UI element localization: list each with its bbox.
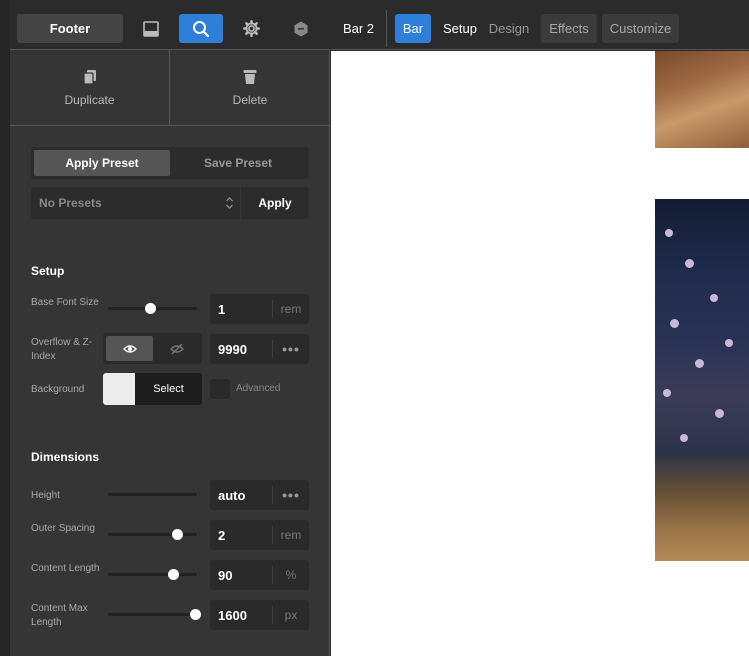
unit-label[interactable]: rem (272, 300, 309, 318)
eye-icon (122, 344, 137, 353)
slider-knob[interactable] (145, 303, 156, 314)
delete-label: Delete (232, 93, 268, 107)
background-select-button[interactable]: Select (135, 373, 202, 405)
advanced-checkbox[interactable] (210, 379, 230, 399)
editor-window: Footer Duplicate Delete Apply Preset Sav… (0, 0, 749, 656)
page-canvas (331, 51, 749, 656)
slider-knob[interactable] (190, 609, 201, 620)
z-index-value: 9990 (218, 341, 247, 357)
height-label: Height (31, 490, 60, 501)
overflow-visible-option[interactable] (106, 336, 153, 361)
element-actions: Duplicate Delete (10, 50, 330, 126)
preset-select[interactable]: No Presets (31, 187, 240, 219)
search-icon[interactable] (179, 14, 223, 43)
outer-spacing-value: 2 (218, 527, 226, 543)
tab-setup[interactable]: Setup (437, 14, 483, 43)
overflow-toggle (103, 333, 202, 364)
more-options-icon[interactable]: ••• (272, 486, 309, 504)
base-font-size-label: Base Font Size (31, 297, 99, 308)
tab-design[interactable]: Design (485, 14, 533, 43)
unit-label[interactable]: rem (272, 526, 309, 544)
gear-icon[interactable] (235, 14, 267, 43)
preset-select-value: No Presets (39, 196, 102, 210)
content-length-input[interactable]: 90 % (210, 560, 309, 590)
height-input[interactable]: auto ••• (210, 480, 309, 510)
outer-spacing-input[interactable]: 2 rem (210, 520, 309, 550)
delete-button[interactable]: Delete (170, 50, 330, 126)
gym-floor-image (655, 51, 749, 148)
content-length-label: Content Length (31, 563, 100, 574)
content-max-length-slider[interactable] (108, 609, 201, 620)
apply-preset-button[interactable]: Apply (241, 187, 309, 219)
more-options-icon[interactable]: ••• (272, 340, 309, 358)
tab-apply-preset[interactable]: Apply Preset (34, 150, 170, 176)
unit-label[interactable]: px (272, 606, 309, 624)
content-max-length-label: Content Max Length (31, 603, 88, 628)
base-font-size-input[interactable]: 1 rem (210, 294, 309, 324)
duplicate-button[interactable]: Duplicate (10, 50, 170, 126)
z-index-input[interactable]: 9990 ••• (210, 334, 309, 364)
overflow-hidden-option[interactable] (153, 336, 200, 361)
element-selector-button[interactable]: Footer (17, 14, 123, 43)
duplicate-icon (82, 70, 96, 85)
height-slider[interactable] (108, 493, 197, 496)
setup-section-title: Setup (31, 264, 65, 278)
content-max-length-value: 1600 (218, 607, 247, 623)
base-font-size-slider[interactable] (108, 303, 197, 314)
background-picker[interactable]: Select (103, 373, 202, 405)
slider-knob[interactable] (172, 529, 183, 540)
advanced-label: Advanced (236, 383, 281, 394)
tab-bar[interactable]: Bar (395, 14, 431, 43)
tab-save-preset[interactable]: Save Preset (170, 150, 306, 176)
element-name[interactable]: Bar 2 (331, 10, 387, 47)
chevron-updown-icon (226, 197, 233, 209)
dimensions-section-title: Dimensions (31, 450, 100, 464)
height-value: auto (218, 487, 246, 503)
duplicate-label: Duplicate (64, 93, 115, 107)
background-swatch[interactable] (103, 373, 135, 405)
tab-customize[interactable]: Customize (602, 14, 679, 43)
panel-toolbar: Footer (10, 0, 330, 50)
outer-spacing-slider[interactable] (108, 529, 197, 540)
content-max-length-input[interactable]: 1600 px (210, 600, 309, 630)
unit-label[interactable]: % (272, 566, 309, 584)
element-tabbar: Bar 2 Bar Setup Design Effects Customize (331, 0, 749, 50)
left-edge (0, 0, 10, 656)
tab-effects[interactable]: Effects (541, 14, 597, 43)
outer-spacing-label: Outer Spacing (31, 523, 95, 534)
content-length-value: 90 (218, 567, 233, 583)
crowd-image (655, 199, 749, 561)
preset-tabs: Apply Preset Save Preset (31, 147, 309, 179)
hexagon-icon[interactable] (285, 14, 317, 43)
settings-panel: Footer Duplicate Delete Apply Preset Sav… (10, 0, 330, 656)
eye-off-icon (169, 343, 184, 354)
content-length-slider[interactable] (108, 569, 197, 580)
trash-icon (243, 70, 257, 84)
base-font-size-value: 1 (218, 301, 226, 317)
overflow-label: Overflow & Z-Index (31, 337, 93, 362)
background-label: Background (31, 384, 85, 395)
panel-icon[interactable] (135, 14, 167, 43)
slider-knob[interactable] (168, 569, 179, 580)
